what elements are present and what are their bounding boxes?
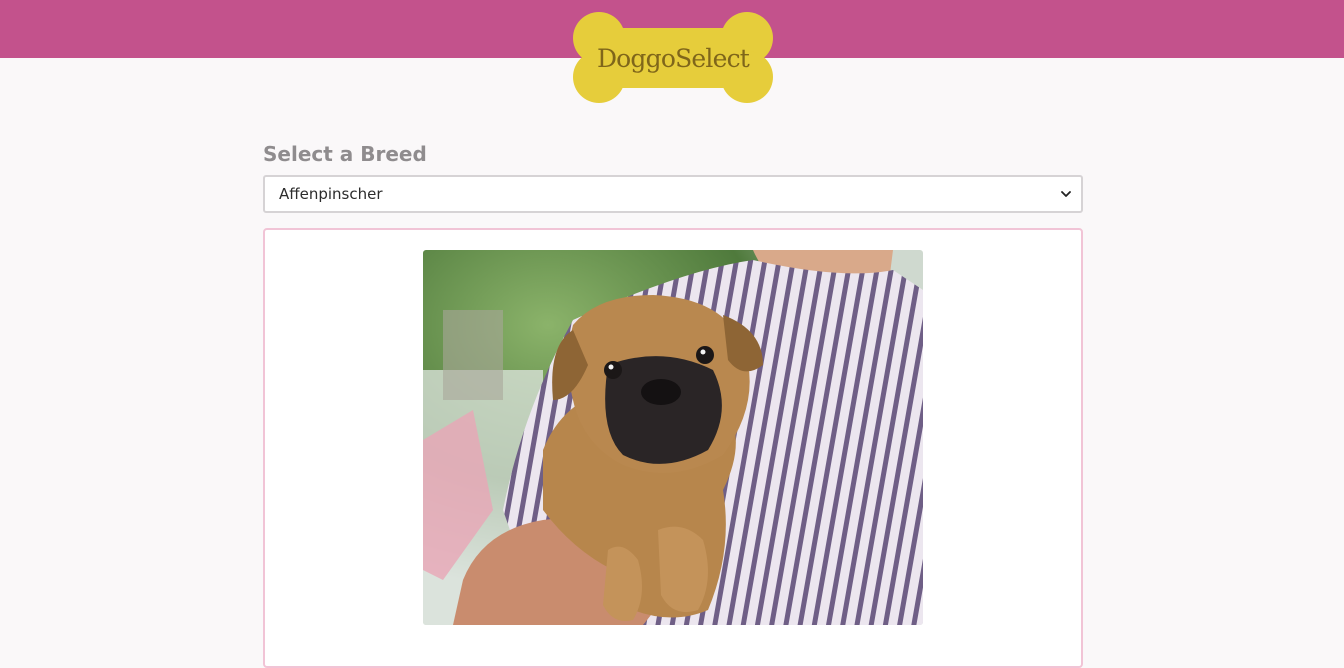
breed-select-label: Select a Breed	[263, 142, 427, 166]
dog-photo-image	[423, 250, 923, 625]
logo-text: DoggoSelect	[596, 44, 750, 73]
breed-select-value: Affenpinscher	[279, 185, 383, 203]
dog-photo	[423, 250, 923, 625]
breed-select[interactable]: Affenpinscher	[263, 175, 1083, 213]
breed-card	[263, 228, 1083, 668]
logo[interactable]: DoggoSelect	[573, 12, 773, 103]
chevron-down-icon	[1061, 191, 1071, 197]
